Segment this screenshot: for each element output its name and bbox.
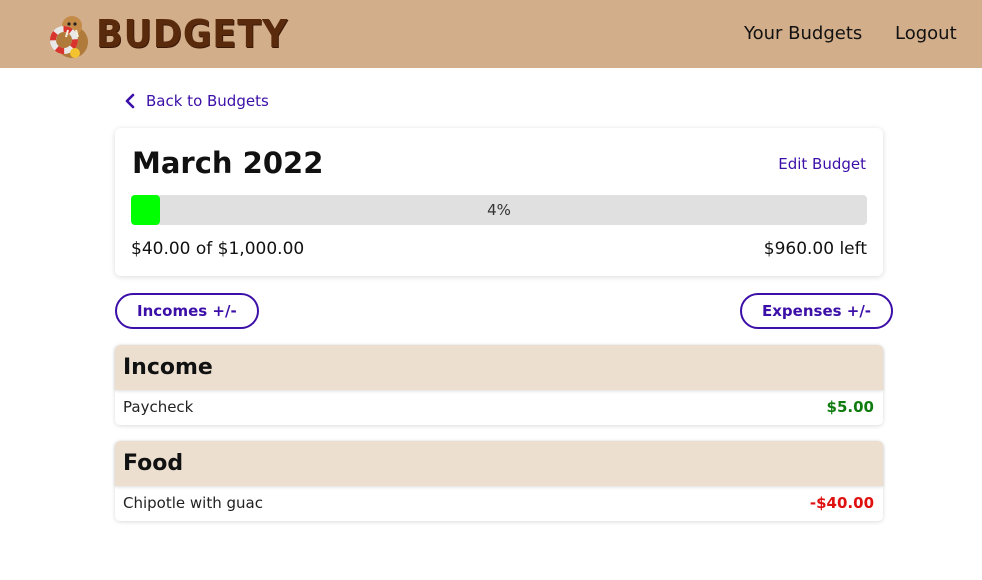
list-item[interactable]: Chipotle with guac -$40.00 xyxy=(115,486,883,521)
back-link-label: Back to Budgets xyxy=(146,92,269,110)
list-item[interactable]: Paycheck $5.00 xyxy=(115,390,883,425)
nav-logout[interactable]: Logout xyxy=(895,23,957,44)
item-name: Paycheck xyxy=(123,398,194,416)
logo[interactable]: BUDGETY xyxy=(42,6,305,62)
chevron-left-icon xyxy=(125,93,135,109)
item-name: Chipotle with guac xyxy=(123,494,263,512)
category-income: Income Paycheck $5.00 xyxy=(115,345,883,425)
walrus-mascot-icon xyxy=(50,16,88,58)
spent-total: $40.00 of $1,000.00 xyxy=(131,239,305,259)
budget-title: March 2022 xyxy=(132,146,324,180)
nav-your-budgets[interactable]: Your Budgets xyxy=(744,23,862,44)
category-header: Food xyxy=(115,441,883,486)
budget-progress-bar: 4% xyxy=(131,195,867,225)
logo-text: BUDGETY xyxy=(96,12,289,56)
item-amount: -$40.00 xyxy=(809,494,874,512)
top-bar: BUDGETY Your Budgets Logout xyxy=(0,0,982,68)
expenses-adjust-button[interactable]: Expenses +/- xyxy=(740,293,894,329)
category-food: Food Chipotle with guac -$40.00 xyxy=(115,441,883,521)
item-amount: $5.00 xyxy=(826,398,874,416)
incomes-adjust-button[interactable]: Incomes +/- xyxy=(115,293,259,329)
back-to-budgets-link[interactable]: Back to Budgets xyxy=(124,90,269,112)
category-header: Income xyxy=(115,345,883,390)
edit-budget-link[interactable]: Edit Budget xyxy=(778,155,866,173)
remaining-amount: $960.00 left xyxy=(763,239,867,259)
progress-label: 4% xyxy=(487,201,511,219)
budget-summary-card: March 2022 Edit Budget 4% $40.00 of $1,0… xyxy=(115,128,883,276)
